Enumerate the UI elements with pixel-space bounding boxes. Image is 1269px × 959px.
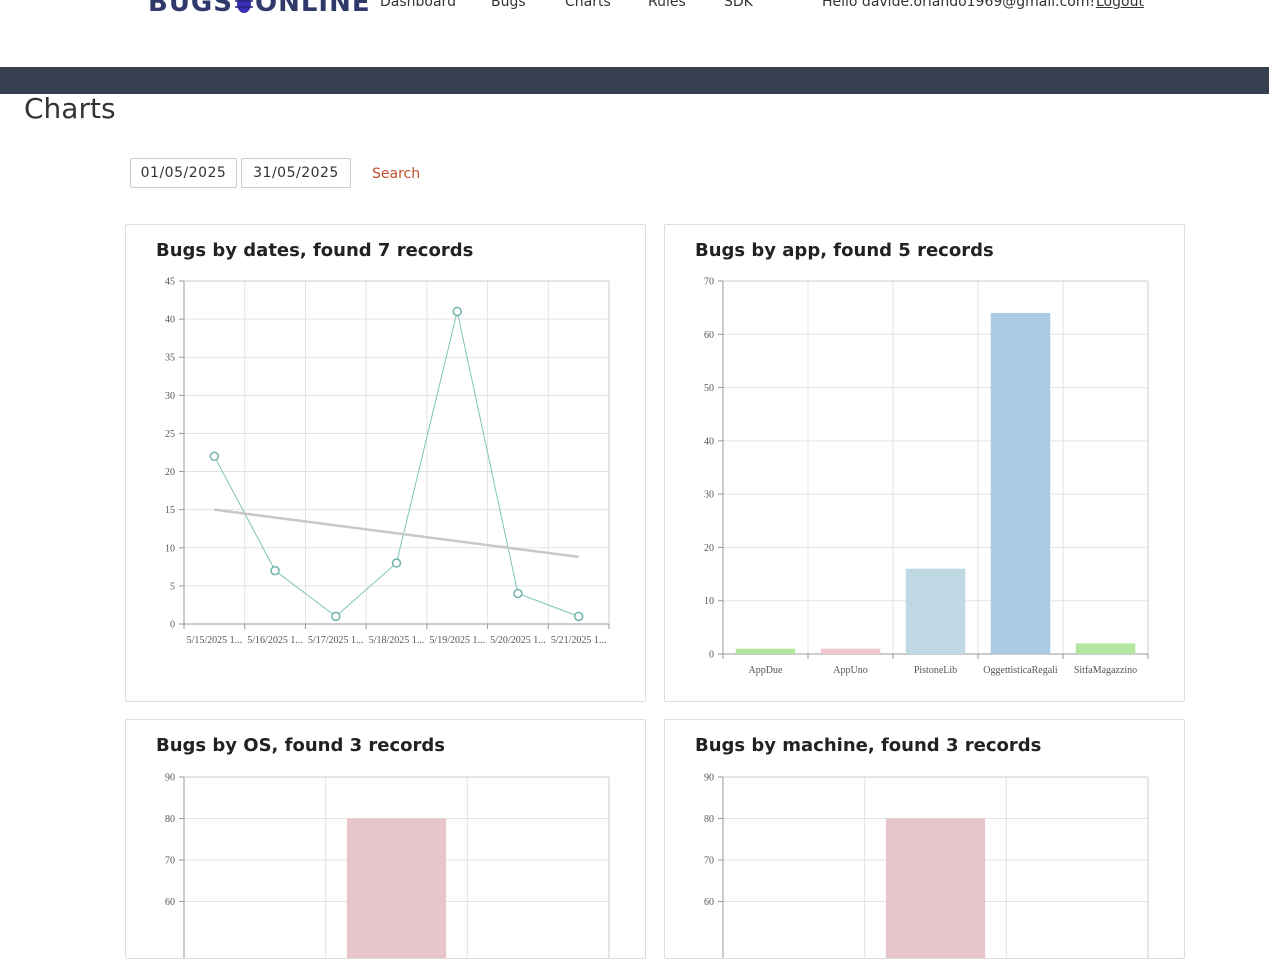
y-tick-label: 35 [165, 353, 175, 364]
y-tick-label: 50 [704, 383, 714, 394]
data-point [391, 558, 402, 568]
y-tick-label: 40 [704, 436, 714, 447]
page-title: Charts [24, 92, 116, 125]
y-tick-label: 70 [704, 856, 714, 867]
bar [820, 648, 881, 654]
y-tick-label: 15 [165, 505, 175, 516]
bar [905, 568, 966, 654]
y-tick-label: 20 [704, 543, 714, 554]
y-tick-label: 0 [709, 650, 714, 661]
nav-charts[interactable]: Charts [565, 0, 611, 10]
x-tick-label: 5/18/2025 1... [369, 635, 425, 646]
y-tick-label: 80 [704, 814, 714, 825]
x-tick-label: SitfaMagazzino [1074, 665, 1137, 676]
chart-card-os: Bugs by OS, found 3 records 60 70 80 90 [125, 719, 646, 959]
nav-sdk[interactable]: SDK [724, 0, 753, 10]
logout-link[interactable]: Logout [1096, 0, 1144, 10]
data-point [452, 306, 462, 317]
bug-icon [235, 0, 253, 13]
bar [346, 818, 447, 958]
x-tick-label: 5/19/2025 1... [429, 635, 485, 646]
data-point [513, 588, 523, 599]
x-tick-label: 5/17/2025 1... [308, 635, 364, 646]
bar-chart-app: 0 10 20 30 40 50 60 70 AppDue AppUno PistoneLib Ogg… [704, 277, 1149, 676]
chart-card-machine: Bugs by machine, found 3 records 60 70 80 9… [664, 719, 1185, 959]
y-tick-label: 60 [704, 330, 714, 341]
y-tick-label: 40 [165, 315, 175, 326]
y-tick-label: 25 [165, 429, 175, 440]
nav-dashboard[interactable]: Dashboard [380, 0, 456, 10]
y-tick-label: 30 [165, 391, 175, 402]
search-button[interactable]: Search [372, 166, 420, 182]
chart-card-dates: Bugs by dates, found 7 records 0 5 10 15 20 2… [125, 224, 646, 702]
logo-text-right: ONLINE [255, 0, 371, 18]
x-tick-label: 5/16/2025 1... [247, 635, 303, 646]
chart-card-app: Bugs by app, found 5 records 0 10 20 30 40 50… [664, 224, 1185, 702]
y-tick-label: 90 [165, 773, 175, 784]
y-tick-label: 90 [704, 773, 714, 784]
x-tick-label: 5/21/2025 1... [551, 635, 607, 646]
bar [1075, 643, 1136, 654]
data-point [331, 611, 341, 622]
nav-rules[interactable]: Rules [648, 0, 686, 10]
y-tick-label: 20 [165, 467, 175, 478]
y-tick-label: 0 [170, 620, 175, 631]
y-tick-label: 45 [165, 277, 175, 288]
data-point [270, 565, 280, 576]
x-tick-label: 5/15/2025 1... [187, 635, 243, 646]
y-tick-label: 70 [704, 277, 714, 288]
y-tick-label: 10 [165, 543, 175, 554]
data-point [573, 611, 584, 622]
date-to-input[interactable] [241, 158, 351, 188]
bar [990, 312, 1051, 654]
y-tick-label: 60 [704, 897, 714, 908]
nav-bugs[interactable]: Bugs [491, 0, 526, 10]
bar [735, 648, 796, 654]
user-greeting[interactable]: Hello davide.orlando1969@gmail.com! [822, 0, 1095, 10]
y-tick-label: 30 [704, 490, 714, 501]
x-tick-label: AppDue [749, 665, 783, 676]
date-from-input[interactable] [130, 158, 237, 188]
y-tick-label: 80 [165, 814, 175, 825]
y-tick-label: 5 [170, 581, 175, 592]
bar-chart-os: 60 70 80 90 [165, 773, 610, 958]
x-tick-label: AppUno [833, 665, 867, 676]
trend-line [214, 508, 579, 559]
y-tick-label: 10 [704, 596, 714, 607]
y-tick-label: 70 [165, 856, 175, 867]
top-navbar: BUGS ONLINE Dashboard Bugs Charts Rules S… [0, 0, 1269, 67]
header-band [0, 67, 1269, 94]
brand-logo[interactable]: BUGS ONLINE [148, 0, 371, 18]
y-tick-label: 60 [165, 897, 175, 908]
bar [885, 818, 986, 958]
x-tick-label: 5/20/2025 1... [490, 635, 546, 646]
bar-chart-machine: 60 70 80 90 [704, 773, 1149, 958]
data-point [209, 451, 220, 462]
x-tick-label: OggettisticaRegali [983, 665, 1058, 676]
line-chart-dates: 0 5 10 15 20 25 30 35 40 45 5/15/2025 1... 5/16/202… [165, 277, 610, 646]
logo-text-left: BUGS [148, 0, 233, 18]
x-tick-label: PistoneLib [914, 665, 957, 676]
